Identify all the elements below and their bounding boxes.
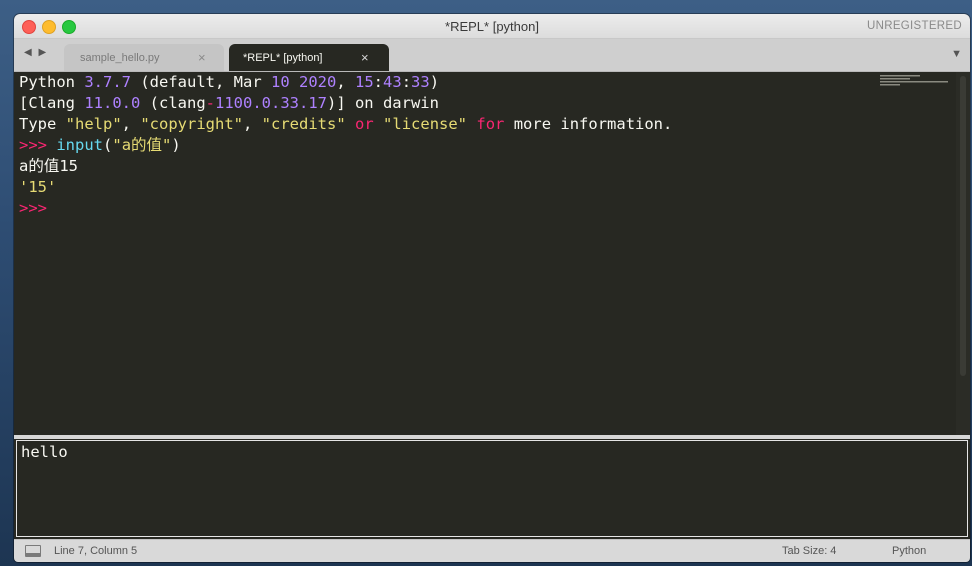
code-token: ) <box>171 136 181 154</box>
code-token: 2020 <box>299 73 337 91</box>
code-token: 1100.0.33.17 <box>215 94 327 112</box>
tab-bar: ◀ ▶ sample_hello.py × *REPL* [python] × … <box>14 39 970 72</box>
code-token: - <box>205 94 215 112</box>
code-token: >>> <box>19 199 47 217</box>
tab-list-dropdown-icon[interactable]: ▼ <box>951 48 962 60</box>
code-token: 33 <box>411 73 430 91</box>
code-token: ( <box>103 136 113 154</box>
minimap[interactable] <box>880 74 950 86</box>
code-token: ) <box>429 73 440 91</box>
code-token: '15' <box>19 178 57 196</box>
code-line: Type "help", "copyright", "credits" or "… <box>19 114 672 135</box>
output-panel-text: hello <box>21 443 68 461</box>
code-token: "help" <box>65 115 122 133</box>
code-token: 11.0.0 <box>84 94 141 112</box>
code-line: >>> input("a的值") <box>19 135 181 156</box>
tab-sample-hello[interactable]: sample_hello.py × <box>64 44 224 71</box>
code-token: "a的值" <box>112 136 172 154</box>
output-panel[interactable]: hello <box>16 440 968 537</box>
tab-size-selector[interactable]: Tab Size: 4 <box>782 545 836 557</box>
code-token: Type <box>19 115 66 133</box>
code-line: a的值15 <box>19 156 78 177</box>
tab-close-icon[interactable]: × <box>198 50 206 65</box>
cursor-position: Line 7, Column 5 <box>54 545 138 557</box>
code-token: 43 <box>383 73 402 91</box>
code-token: Python <box>19 73 85 91</box>
tab-label: sample_hello.py <box>80 52 160 64</box>
tab-nav-arrows-icon[interactable]: ◀ ▶ <box>24 47 48 58</box>
code-token: "copyright" <box>140 115 243 133</box>
code-token: (clang <box>140 94 206 112</box>
code-token: for <box>476 115 505 133</box>
code-token: more information. <box>504 115 673 133</box>
tab-repl-python[interactable]: *REPL* [python] × <box>229 44 389 71</box>
editor-window: *REPL* [python] UNREGISTERED ◀ ▶ sample_… <box>14 14 970 562</box>
scrollbar-thumb[interactable] <box>960 76 966 376</box>
panel-toggle-icon[interactable] <box>25 545 41 557</box>
code-line: Python 3.7.7 (default, Mar 10 2020, 15:4… <box>19 72 439 93</box>
code-token: , <box>336 73 355 91</box>
code-token: 15 <box>355 73 374 91</box>
code-token: input <box>56 136 104 154</box>
code-token: a的值15 <box>19 157 78 175</box>
editor-scrollbar[interactable] <box>956 72 970 444</box>
title-bar: *REPL* [python] UNREGISTERED <box>14 14 970 39</box>
code-token: (default, Mar <box>131 73 271 91</box>
code-token: )] on darwin <box>326 94 439 112</box>
code-line: '15' <box>19 177 56 198</box>
license-label: UNREGISTERED <box>867 20 962 32</box>
tab-label: *REPL* [python] <box>243 52 323 64</box>
code-token: or <box>355 115 374 133</box>
tab-close-icon[interactable]: × <box>361 50 369 65</box>
syntax-selector[interactable]: Python <box>892 545 926 557</box>
code-line: [Clang 11.0.0 (clang-1100.0.33.17)] on d… <box>19 93 439 114</box>
window-title: *REPL* [python] <box>445 19 539 34</box>
panel-divider[interactable] <box>14 435 970 439</box>
code-token: 10 <box>270 73 290 91</box>
code-token: >>> <box>19 136 47 154</box>
code-token: : <box>401 73 412 91</box>
code-token: 3.7.7 <box>84 73 131 91</box>
code-token: [Clang <box>19 94 85 112</box>
code-token: : <box>373 73 384 91</box>
code-token: , <box>121 115 141 133</box>
code-token: "license" <box>383 115 468 133</box>
code-token: "credits" <box>261 115 346 133</box>
repl-editor[interactable]: Python 3.7.7 (default, Mar 10 2020, 15:4… <box>14 72 956 444</box>
code-token: , <box>243 115 262 133</box>
status-bar: Line 7, Column 5 Tab Size: 4 Python <box>14 539 970 562</box>
code-line: >>> <box>19 198 47 219</box>
